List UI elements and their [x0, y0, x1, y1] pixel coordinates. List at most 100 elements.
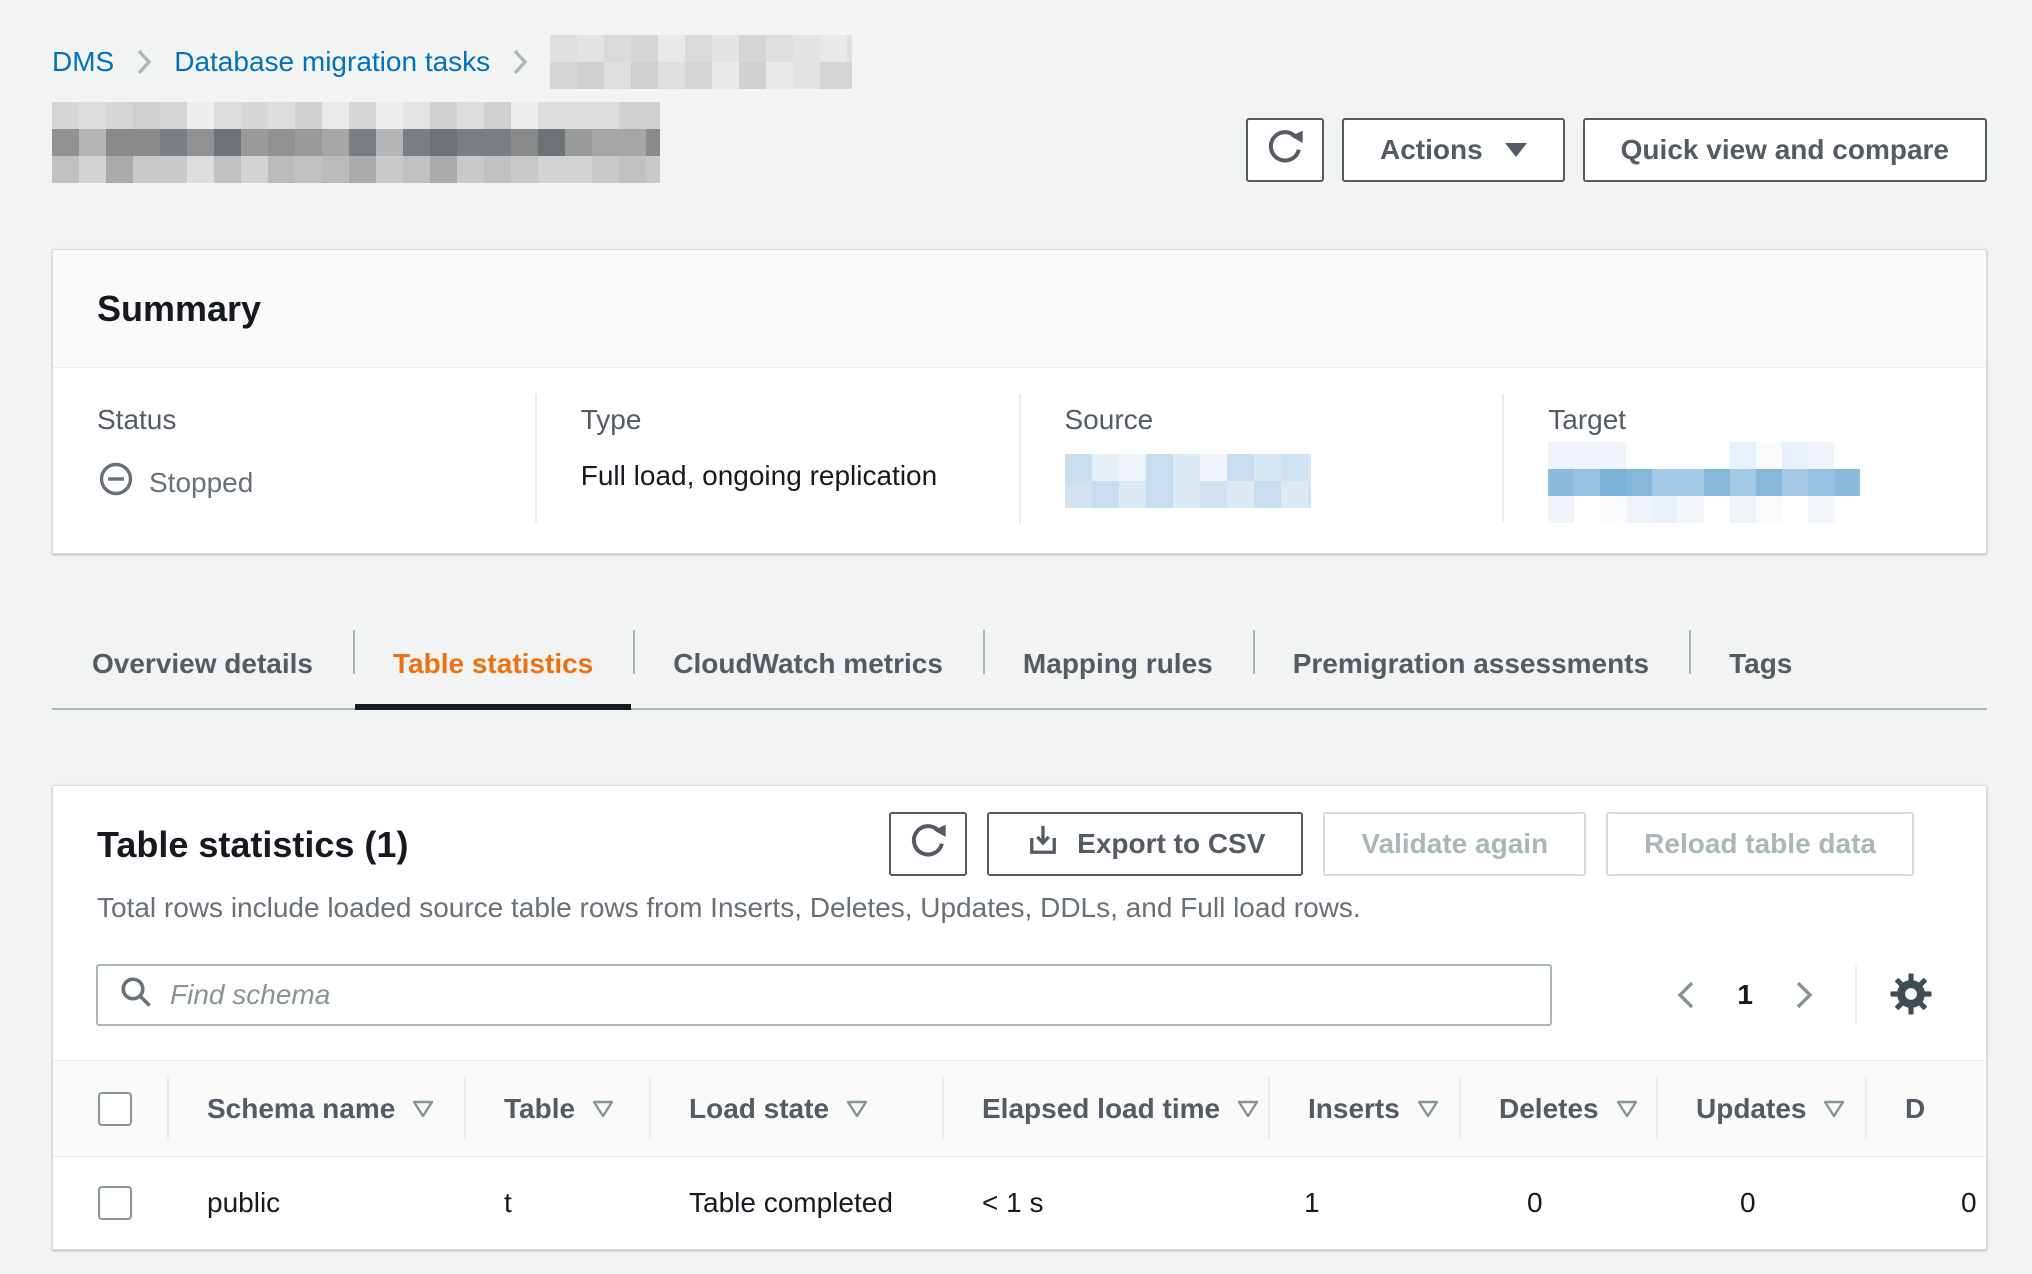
summary-grid: Status Stopped Type Full load, ongoing r…	[53, 368, 1986, 553]
column-header-deletes[interactable]: Deletes	[1459, 1061, 1656, 1157]
header-actions: Actions Quick view and compare	[1246, 118, 1987, 182]
summary-panel-header: Summary	[53, 250, 1986, 368]
breadcrumb: DMS Database migration tasks	[52, 40, 1987, 84]
statistics-table-wrap: Schema name Table Load state Elapsed load t…	[53, 1060, 1986, 1249]
column-header-inner: Table	[504, 1093, 615, 1125]
table-refresh-button[interactable]	[889, 812, 967, 876]
table-panel-description: Total rows include loaded source table r…	[53, 876, 1986, 924]
column-header-inserts[interactable]: Inserts	[1268, 1061, 1459, 1157]
pagination: 1	[1661, 966, 1939, 1025]
table-statistics-panel: Table statistics (1)	[52, 785, 1987, 1250]
refresh-button[interactable]	[1246, 118, 1324, 182]
summary-field-status: Status Stopped	[53, 394, 535, 523]
column-header-inner: Schema name	[207, 1093, 435, 1125]
tab-mapping-rules[interactable]: Mapping rules	[983, 618, 1253, 710]
page-title-redacted	[52, 102, 660, 183]
cell-deletes: 0	[1459, 1157, 1656, 1249]
sort-icon	[591, 1098, 615, 1120]
tab-label: Mapping rules	[1023, 648, 1213, 680]
column-header-d[interactable]: D	[1865, 1061, 1986, 1157]
column-header-inner: Updates	[1696, 1093, 1846, 1125]
table-row: publictTable completed< 1 s1000	[53, 1157, 1986, 1249]
column-header-inner: Elapsed load time	[982, 1093, 1260, 1125]
export-label: Export to CSV	[1077, 828, 1265, 860]
next-page-button[interactable]	[1779, 971, 1829, 1019]
select-all-cell	[53, 1061, 167, 1157]
type-value: Full load, ongoing replication	[581, 460, 989, 492]
select-all-checkbox[interactable]	[98, 1092, 132, 1126]
breadcrumb-link-dms[interactable]: DMS	[52, 46, 114, 78]
type-label: Type	[581, 404, 989, 436]
chevron-right-icon	[512, 48, 528, 76]
cell-updates: 0	[1656, 1157, 1865, 1249]
download-icon	[1025, 823, 1061, 866]
summary-field-target: Target	[1502, 394, 1986, 523]
table-statistics-title: Table statistics (1)	[97, 812, 408, 866]
cell-load-state: Table completed	[649, 1157, 942, 1249]
tab-label: Table statistics	[393, 648, 593, 680]
sort-icon	[845, 1098, 869, 1120]
page-header: Actions Quick view and compare	[52, 100, 1987, 183]
tab-bar: Overview details Table statistics CloudWat…	[52, 618, 1987, 710]
column-header-inner: Deletes	[1499, 1093, 1639, 1125]
cell-schema-name: public	[167, 1157, 464, 1249]
column-header-table[interactable]: Table	[464, 1061, 649, 1157]
target-label: Target	[1548, 404, 1956, 436]
pager-divider	[1855, 966, 1857, 1024]
column-label: D	[1905, 1093, 1925, 1125]
column-label: Inserts	[1308, 1093, 1400, 1125]
tab-tags[interactable]: Tags	[1689, 618, 1832, 710]
tab-table-statistics[interactable]: Table statistics	[353, 618, 633, 710]
status-label: Status	[97, 404, 505, 436]
tab-cloudwatch-metrics[interactable]: CloudWatch metrics	[633, 618, 983, 710]
table-panel-buttons: Export to CSV Validate again Reload tabl…	[889, 812, 1914, 876]
column-header-elapsed-load-time[interactable]: Elapsed load time	[942, 1061, 1268, 1157]
column-header-updates[interactable]: Updates	[1656, 1061, 1865, 1157]
quick-view-label: Quick view and compare	[1621, 134, 1949, 166]
refresh-icon	[908, 821, 948, 868]
reload-table-data-button[interactable]: Reload table data	[1606, 812, 1914, 876]
column-header-schema-name[interactable]: Schema name	[167, 1061, 464, 1157]
source-label: Source	[1065, 404, 1473, 436]
sort-icon	[1416, 1098, 1440, 1120]
validate-label: Validate again	[1361, 828, 1548, 860]
tab-label: Overview details	[92, 648, 313, 680]
actions-dropdown-button[interactable]: Actions	[1342, 118, 1565, 182]
current-page-number: 1	[1719, 979, 1771, 1011]
row-checkbox[interactable]	[98, 1186, 132, 1220]
table-header-row: Schema name Table Load state Elapsed load t…	[53, 1061, 1986, 1157]
tab-overview-details[interactable]: Overview details	[52, 618, 353, 710]
source-value-redacted	[1065, 454, 1311, 508]
column-label: Schema name	[207, 1093, 395, 1125]
actions-label: Actions	[1380, 134, 1483, 166]
summary-field-source: Source	[1019, 394, 1503, 523]
summary-title: Summary	[97, 288, 261, 330]
reload-label: Reload table data	[1644, 828, 1876, 860]
column-header-inner: Load state	[689, 1093, 869, 1125]
column-label: Table	[504, 1093, 575, 1125]
search-icon	[118, 974, 154, 1017]
statistics-table: Schema name Table Load state Elapsed load t…	[53, 1060, 1986, 1249]
status-text: Stopped	[149, 467, 253, 499]
tab-premigration-assessments[interactable]: Premigration assessments	[1253, 618, 1689, 710]
column-label: Deletes	[1499, 1093, 1599, 1125]
validate-again-button[interactable]: Validate again	[1323, 812, 1586, 876]
cell-d: 0	[1865, 1157, 1986, 1249]
dms-task-page: DMS Database migration tasks Actions	[0, 0, 2032, 1250]
column-header-load-state[interactable]: Load state	[649, 1061, 942, 1157]
caret-down-icon	[1505, 143, 1527, 157]
column-label: Load state	[689, 1093, 829, 1125]
table-preferences-button[interactable]	[1883, 966, 1939, 1025]
quick-view-compare-button[interactable]: Quick view and compare	[1583, 118, 1987, 182]
tab-label: CloudWatch metrics	[673, 648, 943, 680]
sort-icon	[1615, 1098, 1639, 1120]
table-panel-controls: 1	[53, 964, 1986, 1026]
stopped-status-icon	[97, 460, 135, 505]
export-to-csv-button[interactable]: Export to CSV	[987, 812, 1303, 876]
breadcrumb-link-migration-tasks[interactable]: Database migration tasks	[174, 46, 490, 78]
schema-search-input[interactable]	[170, 979, 1530, 1011]
summary-field-type: Type Full load, ongoing replication	[535, 394, 1019, 523]
breadcrumb-task-name-redacted	[550, 35, 852, 89]
status-value: Stopped	[97, 460, 505, 505]
previous-page-button[interactable]	[1661, 971, 1711, 1019]
